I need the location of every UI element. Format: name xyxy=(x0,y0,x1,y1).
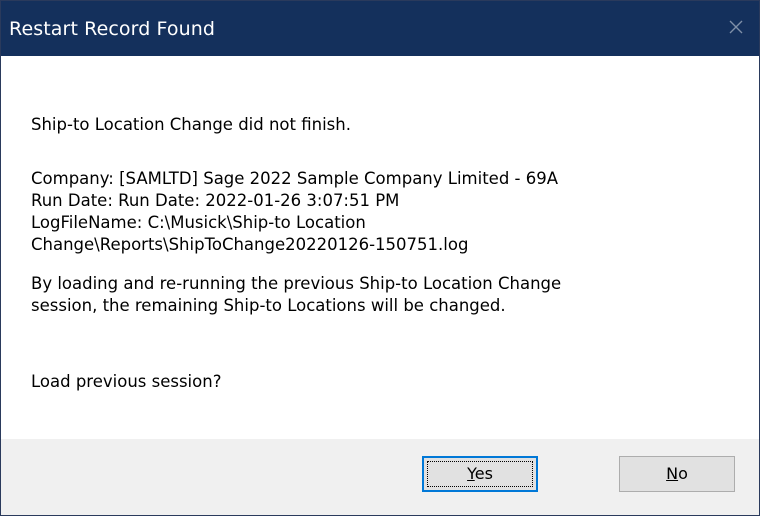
log-file-line: LogFileName: C:\Musick\Ship-to Location xyxy=(31,213,366,232)
no-button[interactable]: No xyxy=(619,456,735,492)
run-date-line: Run Date: Run Date: 2022-01-26 3:07:51 P… xyxy=(31,191,400,210)
question-text: Load previous session? xyxy=(31,372,222,391)
no-label-rest: o xyxy=(678,464,688,483)
no-mnemonic: N xyxy=(666,464,679,483)
focus-ring xyxy=(427,461,533,487)
explanation-text: By loading and re-running the previous S… xyxy=(31,273,561,317)
button-bar: Yes No xyxy=(1,439,759,515)
status-message: Ship-to Location Change did not finish. xyxy=(31,115,351,134)
explanation-line: session, the remaining Ship-to Locations… xyxy=(31,296,506,315)
window-title: Restart Record Found xyxy=(9,18,216,40)
close-icon xyxy=(729,20,743,34)
log-file-path-line: Change\Reports\ShipToChange20220126-1507… xyxy=(31,235,469,254)
yes-button[interactable]: Yes xyxy=(422,456,538,492)
company-line: Company: [SAMLTD] Sage 2022 Sample Compa… xyxy=(31,169,559,188)
explanation-line: By loading and re-running the previous S… xyxy=(31,274,562,293)
run-details: Company: [SAMLTD] Sage 2022 Sample Compa… xyxy=(31,168,558,256)
title-bar[interactable]: Restart Record Found xyxy=(1,1,759,56)
message-area: Ship-to Location Change did not finish. … xyxy=(1,56,759,439)
restart-record-dialog: Restart Record Found Ship-to Location Ch… xyxy=(0,0,760,516)
close-button[interactable] xyxy=(719,10,753,44)
